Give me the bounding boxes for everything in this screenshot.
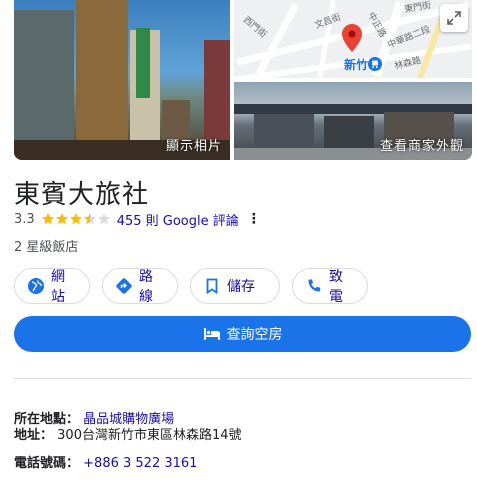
address-value: 300台灣新竹市東區林森路14號 [57,428,242,443]
expand-icon [447,11,461,25]
star-full-icon [69,213,82,225]
section-divider [14,378,471,379]
website-button[interactable]: 網站 [14,268,90,305]
directions-icon [116,278,132,294]
globe-icon [28,278,44,294]
view-storefront-label[interactable]: 查看商家外觀 [380,135,464,154]
address-key: 地址： [14,428,54,443]
action-chips: 網站 路線 儲存 致電 [14,268,368,305]
call-button[interactable]: 致電 [292,268,368,305]
save-button[interactable]: 儲存 [190,268,280,304]
reviews-link[interactable]: 455 則 Google 評論 [117,210,239,229]
rating-value: 3.3 [14,211,35,227]
storefront-photo[interactable]: 查看商家外觀 [234,82,472,160]
directions-button[interactable]: 路線 [102,268,178,305]
main-photo[interactable]: 顯示相片 [14,0,230,160]
website-label: 網站 [51,269,65,305]
business-category: 2 星級飯店 [14,240,79,255]
phone-link[interactable]: +886 3 522 3161 [83,456,197,471]
phone-detail: 電話號碼： +886 3 522 3161 [14,452,197,471]
mini-map[interactable]: 西門街 文昌街 中正路 中華路二段 林森路 東門街 新竹 [234,0,472,78]
bed-icon [203,328,220,340]
business-name: 東賓大旅社 [14,180,150,210]
train-station-icon [368,57,382,71]
directions-label: 路線 [139,269,153,305]
map-street-label: 西門街 [240,15,269,41]
rating-row: 3.3 455 則 Google 評論 ⋮ [14,210,261,229]
rating-stars [41,212,111,226]
expand-map-button[interactable] [440,4,468,32]
more-options-icon[interactable]: ⋮ [247,211,261,227]
map-station-label: 新竹 [344,58,369,72]
save-label: 儲存 [227,279,255,295]
bookmark-icon [206,278,218,295]
check-availability-button[interactable]: 查詢空房 [14,316,471,352]
phone-key: 電話號碼： [14,456,80,471]
phone-icon [308,279,321,292]
star-full-icon [41,213,54,225]
place-panel: 顯示相片 西門街 文昌街 中正路 中華路二段 林森路 東門街 新竹 查看商家外觀… [0,0,477,483]
location-pin-icon [342,24,362,52]
star-empty-icon [97,213,110,225]
star-half-icon [83,213,96,225]
star-full-icon [55,213,68,225]
show-photos-label[interactable]: 顯示相片 [166,135,222,154]
check-availability-label: 查詢空房 [226,327,283,343]
address-detail: 地址： 300台灣新竹市東區林森路14號 [14,424,242,443]
call-label: 致電 [329,269,343,305]
photo-grid: 顯示相片 西門街 文昌街 中正路 中華路二段 林森路 東門街 新竹 查看商家外觀 [14,0,472,160]
